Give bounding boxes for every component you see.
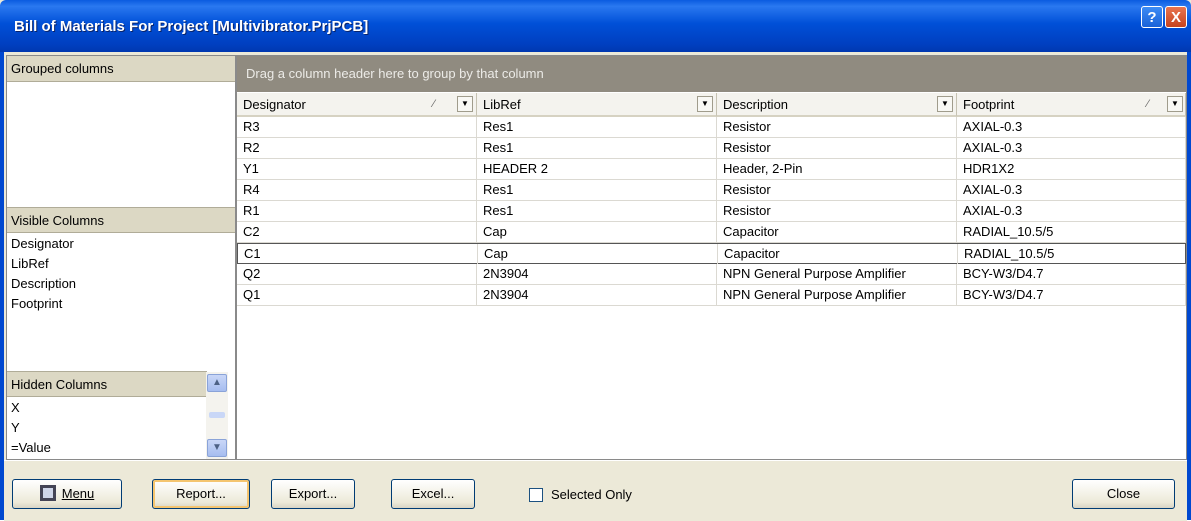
cell-libref: Res1	[477, 117, 717, 137]
button-bar: Menu Report... Export... Excel... Select…	[4, 460, 1187, 521]
report-button[interactable]: Report...	[152, 479, 250, 509]
cell-footprint: HDR1X2	[957, 159, 1186, 179]
cell-footprint: RADIAL_10.5/5	[957, 222, 1186, 242]
cell-footprint: BCY-W3/D4.7	[957, 285, 1186, 305]
table-row[interactable]: R2 Res1 Resistor AXIAL-0.3	[237, 138, 1186, 159]
cell-libref: Cap	[478, 244, 718, 264]
hidden-columns-scrollbar[interactable]: ▲ ▼	[206, 372, 228, 459]
cell-description: NPN General Purpose Amplifier	[717, 285, 957, 305]
window-frame-right	[1187, 52, 1191, 520]
window-frame-left	[0, 52, 4, 520]
menu-button-label: Menu	[61, 486, 95, 501]
cell-description: Resistor	[717, 138, 957, 158]
menu-button[interactable]: Menu	[12, 479, 122, 509]
cell-description: NPN General Purpose Amplifier	[717, 264, 957, 284]
sort-indicator-icon: ⁄	[433, 98, 435, 110]
cell-footprint: AXIAL-0.3	[957, 138, 1186, 158]
cell-footprint: RADIAL_10.5/5	[958, 244, 1186, 264]
column-header-label: Footprint	[963, 97, 1015, 112]
visible-columns-header: Visible Columns	[7, 207, 235, 233]
cell-designator: Q2	[237, 264, 477, 284]
column-header-description[interactable]: Description ▼	[717, 93, 957, 117]
table-row[interactable]: Q2 2N3904 NPN General Purpose Amplifier …	[237, 264, 1186, 285]
group-by-area[interactable]: Drag a column header here to group by th…	[237, 56, 1186, 92]
scroll-thumb[interactable]	[209, 412, 225, 418]
cell-designator: R2	[237, 138, 477, 158]
column-chooser-panel: Grouped columns Visible Columns Designat…	[6, 55, 236, 460]
column-header-libref[interactable]: LibRef ▼	[477, 93, 717, 117]
cell-description: Resistor	[717, 117, 957, 137]
close-button[interactable]: Close	[1072, 479, 1175, 509]
cell-designator: C1	[238, 244, 478, 264]
cell-description: Header, 2-Pin	[717, 159, 957, 179]
scroll-up-icon[interactable]: ▲	[207, 374, 227, 392]
cell-libref: Res1	[477, 201, 717, 221]
cell-footprint: AXIAL-0.3	[957, 201, 1186, 221]
scroll-down-icon[interactable]: ▼	[207, 439, 227, 457]
visible-column-item[interactable]: Footprint	[11, 294, 62, 314]
cell-libref: 2N3904	[477, 264, 717, 284]
cell-description: Capacitor	[717, 222, 957, 242]
cell-designator: R1	[237, 201, 477, 221]
close-window-button[interactable]: X	[1165, 6, 1187, 28]
filter-dropdown-icon[interactable]: ▼	[937, 96, 953, 112]
cell-designator: Y1	[237, 159, 477, 179]
sort-indicator-icon: ⁄	[1147, 98, 1149, 110]
cell-libref: HEADER 2	[477, 159, 717, 179]
column-header-label: Designator	[243, 97, 306, 112]
window-title: Bill of Materials For Project [Multivibr…	[14, 18, 369, 35]
visible-column-item[interactable]: Description	[11, 274, 76, 294]
cell-libref: 2N3904	[477, 285, 717, 305]
visible-column-item[interactable]: LibRef	[11, 254, 49, 274]
cell-designator: R3	[237, 117, 477, 137]
cell-description: Resistor	[717, 201, 957, 221]
table-row[interactable]: Y1 HEADER 2 Header, 2-Pin HDR1X2	[237, 159, 1186, 180]
cell-footprint: AXIAL-0.3	[957, 180, 1186, 200]
column-header-label: Description	[723, 97, 789, 112]
cell-libref: Cap	[477, 222, 717, 242]
help-button[interactable]: ?	[1141, 6, 1163, 28]
cell-libref: Res1	[477, 180, 717, 200]
bom-dialog: Bill of Materials For Project [Multivibr…	[0, 0, 1191, 521]
cell-designator: Q1	[237, 285, 477, 305]
selected-only-label[interactable]: Selected Only	[551, 487, 632, 502]
table-row-selected[interactable]: C1 Cap Capacitor RADIAL_10.5/5	[237, 243, 1186, 264]
hidden-column-item[interactable]: =Value	[11, 438, 51, 458]
table-row[interactable]: C2 Cap Capacitor RADIAL_10.5/5	[237, 222, 1186, 243]
hidden-column-item[interactable]: X	[11, 398, 20, 418]
table-row[interactable]: R3 Res1 Resistor AXIAL-0.3	[237, 117, 1186, 138]
cell-footprint: BCY-W3/D4.7	[957, 264, 1186, 284]
cell-libref: Res1	[477, 138, 717, 158]
title-bar[interactable]: Bill of Materials For Project [Multivibr…	[0, 0, 1191, 52]
column-header-designator[interactable]: Designator ⁄ ▼	[237, 93, 477, 117]
cell-designator: C2	[237, 222, 477, 242]
export-button[interactable]: Export...	[271, 479, 355, 509]
cell-description: Resistor	[717, 180, 957, 200]
filter-dropdown-icon[interactable]: ▼	[697, 96, 713, 112]
table-row[interactable]: R1 Res1 Resistor AXIAL-0.3	[237, 201, 1186, 222]
excel-button[interactable]: Excel...	[391, 479, 475, 509]
grouped-columns-header: Grouped columns	[7, 56, 235, 82]
cell-description: Capacitor	[718, 244, 958, 264]
column-header-footprint[interactable]: Footprint ⁄ ▼	[957, 93, 1186, 117]
hidden-column-item[interactable]: Y	[11, 418, 20, 438]
filter-dropdown-icon[interactable]: ▼	[1167, 96, 1183, 112]
visible-column-item[interactable]: Designator	[11, 234, 74, 254]
menu-icon	[39, 485, 56, 501]
table-row[interactable]: Q1 2N3904 NPN General Purpose Amplifier …	[237, 285, 1186, 306]
selected-only-checkbox[interactable]	[529, 488, 543, 502]
cell-designator: R4	[237, 180, 477, 200]
cell-footprint: AXIAL-0.3	[957, 117, 1186, 137]
hidden-columns-header: Hidden Columns	[7, 371, 207, 397]
column-header-label: LibRef	[483, 97, 521, 112]
table-row[interactable]: R4 Res1 Resistor AXIAL-0.3	[237, 180, 1186, 201]
filter-dropdown-icon[interactable]: ▼	[457, 96, 473, 112]
bom-grid: Drag a column header here to group by th…	[236, 55, 1187, 460]
